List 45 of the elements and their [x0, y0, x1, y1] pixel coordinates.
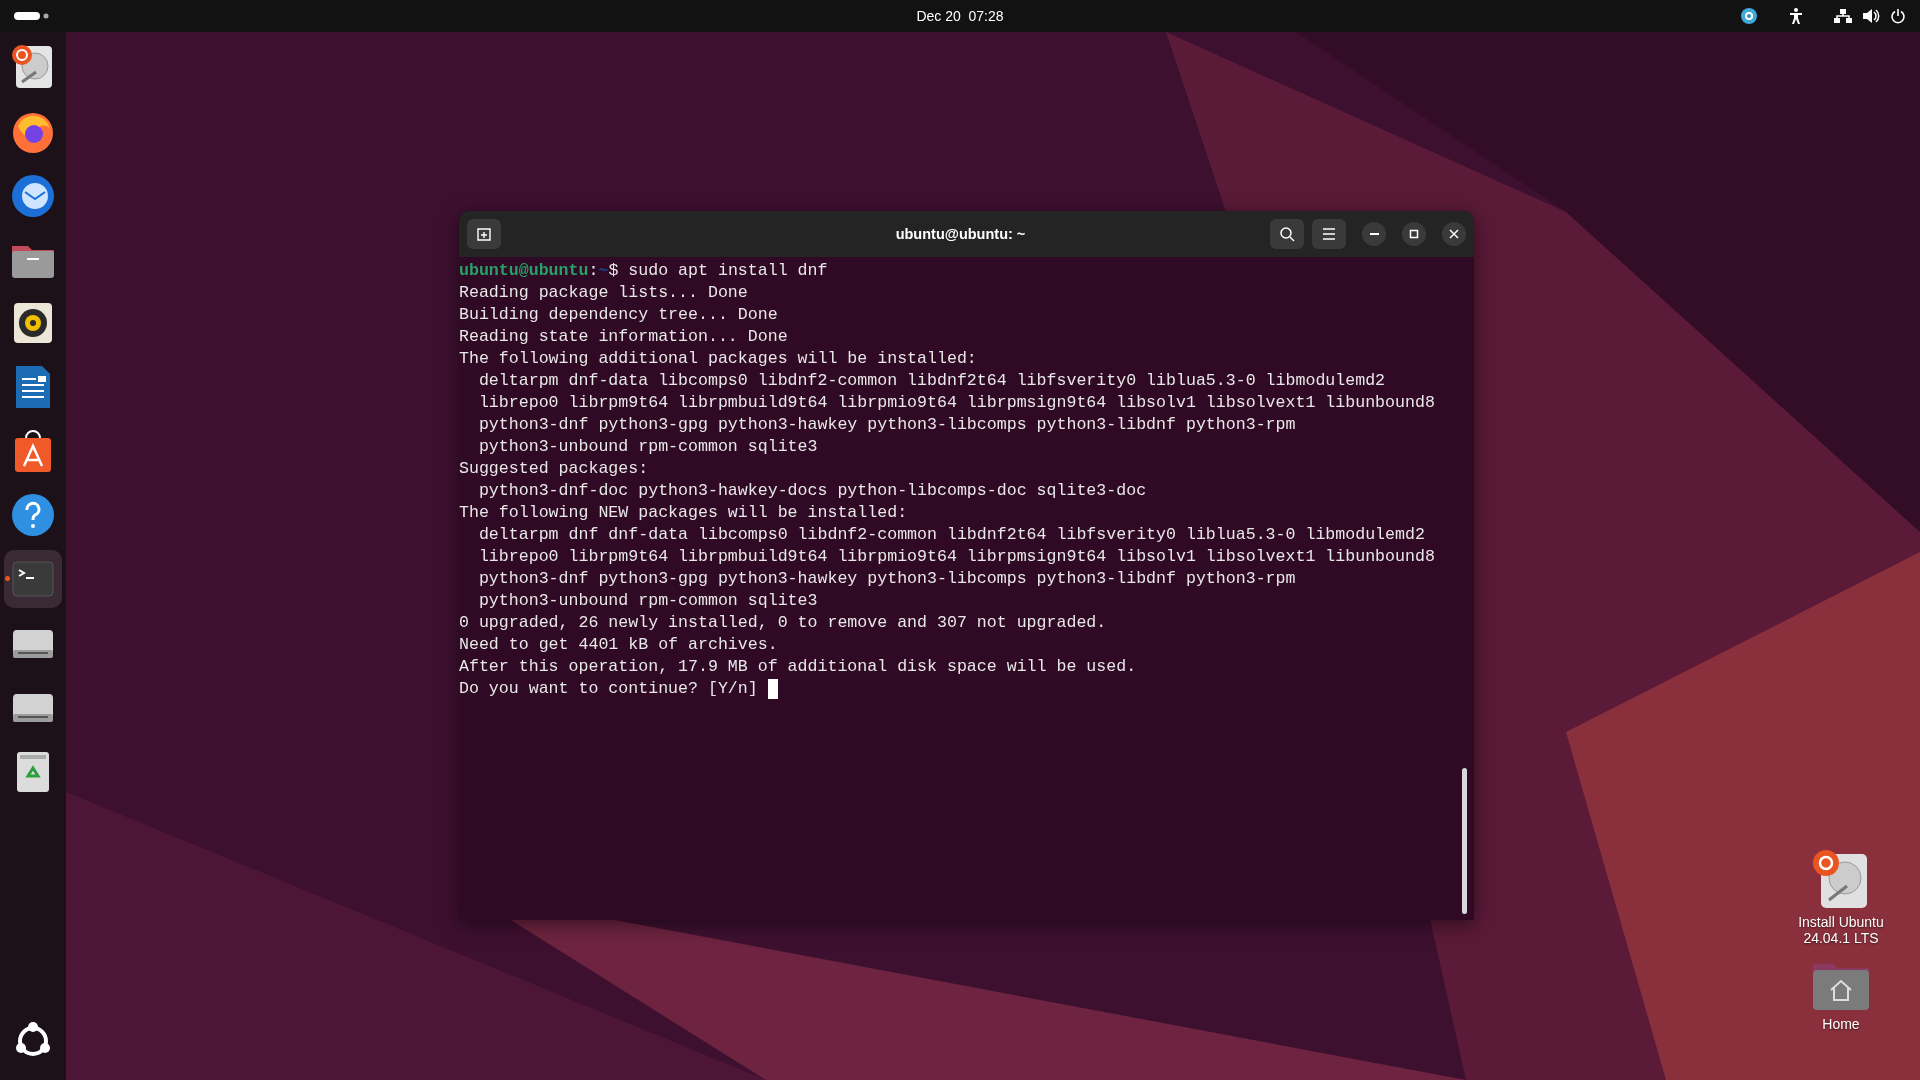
terminal-line: Reading state information... Done — [459, 326, 789, 348]
terminal-line: Suggested packages: — [459, 458, 650, 480]
minimize-icon — [1369, 233, 1379, 235]
terminal-line: Do you want to continue? [Y/n] — [459, 678, 759, 700]
terminal-line: Building dependency tree... Done — [459, 304, 779, 326]
terminal-line: ubuntu@ubuntu:~$ sudo apt install dnf — [459, 260, 829, 282]
terminal-line: python3-unbound rpm-common sqlite3 — [477, 590, 819, 612]
close-button[interactable] — [1442, 222, 1466, 246]
maximize-icon — [1409, 229, 1419, 239]
system-menu[interactable] — [1834, 8, 1906, 24]
terminal-line: librepo0 librpm9t64 librpmbuild9t64 librpmio9t64 librpmsign9t64 libsolv1 libsolvext1 libunbound8 — [477, 546, 1436, 568]
minimize-button[interactable] — [1362, 222, 1386, 246]
text-cursor — [767, 679, 778, 699]
terminal-line: The following additional packages will be installed: — [459, 348, 978, 370]
scrollbar-thumb[interactable] — [1462, 768, 1467, 914]
new-tab-icon — [476, 226, 492, 242]
desktop-icon-label[interactable]: Home — [1781, 1016, 1901, 1032]
terminal-line: python3-unbound rpm-common sqlite3 — [477, 436, 819, 458]
accessibility-icon[interactable] — [1788, 7, 1804, 25]
terminal-line: 0 upgraded, 26 newly installed, 0 to remove and 307 not upgraded. — [459, 612, 1108, 634]
terminal-line: Need to get 4401 kB of archives. — [459, 634, 779, 656]
terminal-line: python3-dnf python3-gpg python3-hawkey python3-libcomps python3-libdnf python3-rpm — [477, 414, 1297, 436]
terminal-line: After this operation, 17.9 MB of additional disk space will be used. — [459, 656, 1138, 678]
window-title: ubuntu@ubuntu: ~ — [894, 226, 1027, 242]
menu-button[interactable] — [1312, 219, 1346, 249]
terminal-line: Reading package lists... Done — [459, 282, 749, 304]
desktop-icon-label[interactable]: Install Ubuntu 24.04.1 LTS — [1781, 914, 1901, 946]
power-icon — [1890, 8, 1906, 24]
app-indicator-icon[interactable] — [1740, 7, 1758, 25]
terminal-line: python3-dnf-doc python3-hawkey-docs python-libcomps-doc sqlite3-doc — [477, 480, 1148, 502]
maximize-button[interactable] — [1402, 222, 1426, 246]
workspace-indicator-icon[interactable] — [14, 12, 50, 20]
network-icon — [1834, 8, 1852, 24]
clock[interactable]: Dec 20 07:28 — [916, 8, 1004, 24]
terminal-line: librepo0 librpm9t64 librpmbuild9t64 librpmio9t64 librpmsign9t64 libsolv1 libsolvext1 libunbound8 — [477, 392, 1436, 414]
volume-icon — [1862, 8, 1880, 24]
terminal-line: deltarpm dnf dnf-data libcomps0 libdnf2-common libdnf2t64 libfsverity0 liblua5.3-0 libmodulemd2 — [477, 524, 1426, 546]
menu-icon — [1321, 227, 1337, 241]
terminal-line: The following NEW packages will be installed: — [459, 502, 909, 524]
search-button[interactable] — [1270, 219, 1304, 249]
terminal-line: deltarpm dnf-data libcomps0 libdnf2-common libdnf2t64 libfsverity0 liblua5.3-0 libmodulemd2 — [477, 370, 1387, 392]
search-icon — [1279, 226, 1295, 242]
new-tab-button[interactable] — [467, 219, 501, 249]
terminal-line: python3-dnf python3-gpg python3-hawkey python3-libcomps python3-libdnf python3-rpm — [477, 568, 1297, 590]
close-icon — [1449, 229, 1459, 239]
